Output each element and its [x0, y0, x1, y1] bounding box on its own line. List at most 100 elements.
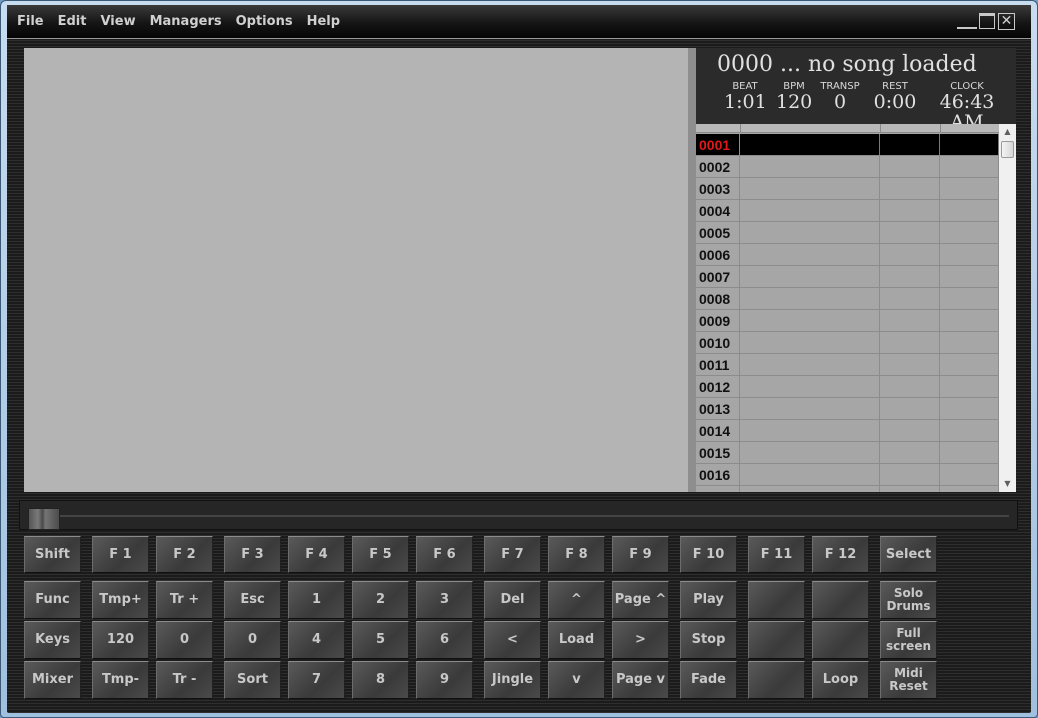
0-button[interactable]: 0	[156, 621, 213, 659]
blank-3-7-button[interactable]: <	[484, 621, 541, 659]
page-v-button[interactable]: Page v	[612, 661, 669, 699]
menu-file[interactable]: File	[17, 14, 44, 29]
position-slider[interactable]	[19, 500, 1018, 530]
mixer-button[interactable]: Mixer	[24, 661, 81, 699]
song-number: 0015	[696, 442, 740, 463]
8-button[interactable]: 8	[352, 661, 409, 699]
playlist-cell	[880, 288, 940, 309]
blank-3-9-button[interactable]: >	[612, 621, 669, 659]
menu-managers[interactable]: Managers	[150, 14, 222, 29]
lyrics-viewer[interactable]	[24, 48, 688, 492]
playlist-cell	[880, 156, 940, 177]
blank-2-12-button[interactable]	[812, 581, 869, 619]
song-number: 0005	[696, 222, 740, 243]
playlist-cell	[880, 310, 940, 331]
tr-button[interactable]: Tr -	[156, 661, 213, 699]
load-button[interactable]: Load	[548, 621, 605, 659]
full-screen-button[interactable]: Full screen	[880, 621, 937, 659]
func-button[interactable]: Func	[24, 581, 81, 619]
playlist-row[interactable]: 0015	[696, 442, 999, 464]
menu-view[interactable]: View	[100, 14, 135, 29]
playlist-row[interactable]: 0010	[696, 332, 999, 354]
f-9-button[interactable]: F 9	[612, 536, 669, 573]
shift-button[interactable]: Shift	[24, 536, 81, 573]
splitter[interactable]	[688, 48, 696, 492]
f-1-button[interactable]: F 1	[92, 536, 149, 573]
fade-button[interactable]: Fade	[680, 661, 737, 699]
keys-button[interactable]: Keys	[24, 621, 81, 659]
playlist-row[interactable]: 0002	[696, 156, 999, 178]
v-button[interactable]: v	[548, 661, 605, 699]
5-button[interactable]: 5	[352, 621, 409, 659]
menu-edit[interactable]: Edit	[58, 14, 87, 29]
maximize-button[interactable]	[979, 13, 995, 29]
1-button[interactable]: 1	[288, 581, 345, 619]
scroll-thumb[interactable]	[1001, 141, 1014, 158]
playlist-row[interactable]: 0001	[696, 134, 999, 156]
6-button[interactable]: 6	[416, 621, 473, 659]
blank-3-12-button[interactable]	[812, 621, 869, 659]
f-12-button[interactable]: F 12	[812, 536, 869, 573]
page-button[interactable]: Page ^	[612, 581, 669, 619]
f-2-button[interactable]: F 2	[156, 536, 213, 573]
playlist-row[interactable]: 0004	[696, 200, 999, 222]
f-3-button[interactable]: F 3	[224, 536, 281, 573]
2-button[interactable]: 2	[352, 581, 409, 619]
solo-drums-button[interactable]: Solo Drums	[880, 581, 937, 619]
blank-4-11-button[interactable]	[748, 661, 805, 699]
playlist-row[interactable]: 0011	[696, 354, 999, 376]
scroll-down-icon[interactable]: ▼	[999, 476, 1016, 492]
playlist-row[interactable]: 0014	[696, 420, 999, 442]
f-7-button[interactable]: F 7	[484, 536, 541, 573]
scroll-up-icon[interactable]: ▲	[999, 124, 1016, 140]
jingle-button[interactable]: Jingle	[484, 661, 541, 699]
playlist-cell	[940, 332, 999, 353]
playlist-row[interactable]: 0007	[696, 266, 999, 288]
playlist-grid[interactable]: 0001 0002 0003 0004 0005 0006 0007 0008 0009 0010…	[696, 124, 999, 492]
tr-button[interactable]: Tr +	[156, 581, 213, 619]
midi-reset-button[interactable]: Midi Reset	[880, 661, 937, 699]
0-button[interactable]: 0	[224, 621, 281, 659]
playlist-row[interactable]: 0005	[696, 222, 999, 244]
blank-2-8-button[interactable]: ^	[548, 581, 605, 619]
playlist-row[interactable]: 0009	[696, 310, 999, 332]
f-4-button[interactable]: F 4	[288, 536, 345, 573]
f-6-button[interactable]: F 6	[416, 536, 473, 573]
playlist-scrollbar[interactable]: ▲ ▼	[999, 124, 1016, 492]
stat-bpm: BPM 120	[776, 81, 812, 112]
f-11-button[interactable]: F 11	[748, 536, 805, 573]
f-8-button[interactable]: F 8	[548, 536, 605, 573]
menu-bar: File Edit View Managers Options Help ✕	[7, 5, 1031, 39]
playlist-row[interactable]: 0016	[696, 464, 999, 486]
9-button[interactable]: 9	[416, 661, 473, 699]
120-button[interactable]: 120	[92, 621, 149, 659]
playlist-row[interactable]: 0003	[696, 178, 999, 200]
blank-2-11-button[interactable]	[748, 581, 805, 619]
playlist-row[interactable]: 0006	[696, 244, 999, 266]
esc-button[interactable]: Esc	[224, 581, 281, 619]
close-button[interactable]: ✕	[998, 13, 1015, 30]
f-5-button[interactable]: F 5	[352, 536, 409, 573]
stop-button[interactable]: Stop	[680, 621, 737, 659]
slider-handle[interactable]	[28, 508, 60, 530]
menu-options[interactable]: Options	[236, 14, 293, 29]
playlist-row[interactable]: 0017	[696, 486, 999, 492]
7-button[interactable]: 7	[288, 661, 345, 699]
playlist-row[interactable]: 0013	[696, 398, 999, 420]
3-button[interactable]: 3	[416, 581, 473, 619]
tmp-button[interactable]: Tmp-	[92, 661, 149, 699]
play-button[interactable]: Play	[680, 581, 737, 619]
loop-button[interactable]: Loop	[812, 661, 869, 699]
playlist-cell	[880, 200, 940, 221]
sort-button[interactable]: Sort	[224, 661, 281, 699]
menu-help[interactable]: Help	[307, 14, 340, 29]
select-button[interactable]: Select	[880, 536, 937, 573]
blank-3-11-button[interactable]	[748, 621, 805, 659]
playlist-row[interactable]: 0008	[696, 288, 999, 310]
f-10-button[interactable]: F 10	[680, 536, 737, 573]
playlist-row[interactable]: 0012	[696, 376, 999, 398]
minimize-button[interactable]	[957, 13, 977, 29]
tmp-button[interactable]: Tmp+	[92, 581, 149, 619]
4-button[interactable]: 4	[288, 621, 345, 659]
del-button[interactable]: Del	[484, 581, 541, 619]
